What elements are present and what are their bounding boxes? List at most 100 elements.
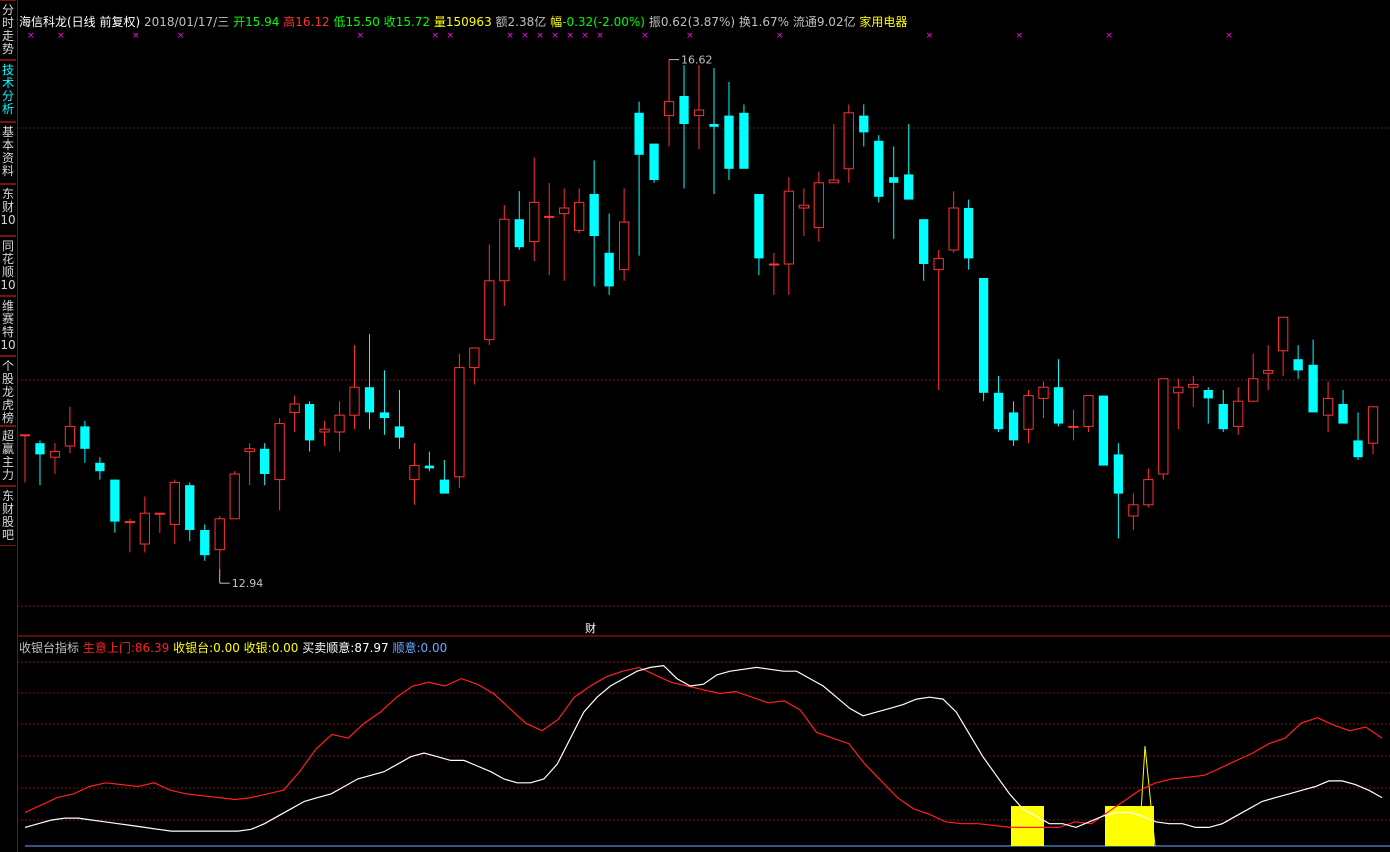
signal-marker-5: × bbox=[431, 31, 439, 41]
signal-marker-11: × bbox=[566, 31, 574, 41]
sidebar-tab-1[interactable]: 技术分析 bbox=[0, 60, 16, 122]
signal-marker-9: × bbox=[536, 31, 544, 41]
candle-body bbox=[439, 479, 450, 494]
sidebar-tab-0[interactable]: 分时走势 bbox=[0, 0, 16, 60]
candle-body bbox=[618, 221, 630, 271]
candle-body bbox=[289, 403, 300, 413]
candle-body bbox=[229, 473, 240, 520]
signal-marker-8: × bbox=[521, 31, 529, 41]
candle-body bbox=[859, 115, 869, 133]
candle-body bbox=[768, 263, 780, 266]
candle-body bbox=[1353, 440, 1363, 458]
signal-marker-15: × bbox=[686, 31, 694, 41]
candle-body bbox=[1203, 390, 1213, 399]
signal-marker-19: × bbox=[1105, 31, 1113, 41]
candle-body bbox=[843, 112, 854, 170]
low-label: 12.94 bbox=[232, 577, 264, 590]
candle-body bbox=[889, 177, 899, 183]
signal-marker-16: × bbox=[776, 31, 784, 41]
candle-body bbox=[1128, 504, 1139, 517]
candle-body bbox=[1053, 387, 1064, 424]
signal-marker-0: × bbox=[27, 31, 35, 41]
candle-body bbox=[904, 174, 914, 200]
chart-area[interactable]: × × × × × × × × × × × × × × × × × × × × × 16.62 12.94 财 bbox=[17, 0, 1390, 852]
candle-body bbox=[95, 462, 105, 472]
candle-body bbox=[35, 443, 45, 455]
indicator-line-0 bbox=[24, 666, 1383, 829]
finance-marker: 财 bbox=[585, 621, 596, 635]
candle-body bbox=[1188, 383, 1199, 388]
candle-body bbox=[1173, 386, 1184, 394]
candle-body bbox=[798, 204, 810, 209]
candle-body bbox=[544, 215, 555, 218]
indicator-line-1 bbox=[24, 664, 1383, 832]
candle-body bbox=[693, 109, 705, 117]
candle-body bbox=[754, 194, 764, 259]
candle-body bbox=[933, 257, 944, 271]
candle-body bbox=[319, 428, 330, 433]
candle-body bbox=[454, 367, 465, 478]
candle-body bbox=[1322, 397, 1334, 416]
candle-body bbox=[139, 512, 150, 545]
candle-body bbox=[185, 485, 195, 530]
candle-body bbox=[19, 434, 31, 437]
candle-body bbox=[724, 115, 734, 169]
sidebar-tab-8[interactable]: 东财股吧 bbox=[0, 486, 16, 546]
candle-body bbox=[469, 347, 480, 369]
candle-body bbox=[1098, 395, 1109, 466]
candle-body bbox=[529, 201, 540, 243]
candle-body bbox=[349, 386, 360, 416]
signal-marker-6: × bbox=[446, 31, 454, 41]
signal-marker-3: × bbox=[177, 31, 185, 41]
candle-body bbox=[663, 101, 675, 117]
candle-body bbox=[484, 280, 495, 341]
candle-body bbox=[364, 387, 375, 413]
signal-marker-18: × bbox=[1016, 31, 1024, 41]
candle-body bbox=[1293, 359, 1303, 371]
candle-body bbox=[1158, 378, 1169, 475]
candle-body bbox=[739, 112, 749, 169]
sidebar-tab-6[interactable]: 个股龙虎榜 bbox=[0, 356, 16, 426]
candle-body bbox=[679, 96, 689, 124]
candle-body bbox=[1068, 425, 1079, 428]
candle-body bbox=[499, 218, 510, 282]
candle-body bbox=[214, 518, 225, 551]
candle-body bbox=[1218, 404, 1228, 430]
candle-body bbox=[334, 414, 345, 433]
sidebar-tab-3[interactable]: 东财10 bbox=[0, 184, 16, 236]
candle-body bbox=[80, 426, 90, 449]
candle-body bbox=[978, 278, 989, 393]
candle-body bbox=[424, 465, 435, 469]
candle-body bbox=[110, 479, 120, 522]
signal-marker-1: × bbox=[57, 31, 65, 41]
sidebar-tab-4[interactable]: 同花顺10 bbox=[0, 236, 16, 296]
high-label: 16.62 bbox=[681, 54, 713, 67]
signal-marker-2: × bbox=[132, 31, 140, 41]
candle-body bbox=[1367, 406, 1379, 444]
candle-body bbox=[1248, 378, 1259, 402]
candle-body bbox=[604, 252, 614, 287]
candle-body bbox=[1263, 369, 1274, 374]
candle-body bbox=[379, 412, 390, 418]
candle-body bbox=[559, 207, 570, 215]
sidebar-tab-5[interactable]: 维赛特10 bbox=[0, 296, 16, 356]
signal-marker-13: × bbox=[596, 31, 604, 41]
candle-body bbox=[919, 219, 929, 264]
candle-body bbox=[813, 182, 824, 229]
signal-marker-7: × bbox=[506, 31, 514, 41]
candle-body bbox=[394, 426, 405, 438]
candle-body bbox=[154, 512, 165, 515]
candle-body bbox=[948, 207, 959, 251]
signal-marker-20: × bbox=[1225, 31, 1233, 41]
candle-body bbox=[874, 140, 884, 197]
sidebar-tab-7[interactable]: 超赢主力 bbox=[0, 426, 16, 486]
candle-body bbox=[409, 465, 420, 481]
sidebar-tab-2[interactable]: 基本资料 bbox=[0, 122, 16, 184]
candle-body bbox=[993, 392, 1004, 430]
candle-body bbox=[1083, 395, 1094, 427]
signal-marker-10: × bbox=[551, 31, 559, 41]
candle-body bbox=[1038, 386, 1049, 399]
candle-body bbox=[1308, 364, 1318, 413]
candle-body bbox=[200, 530, 210, 556]
candle-body bbox=[1233, 400, 1244, 427]
